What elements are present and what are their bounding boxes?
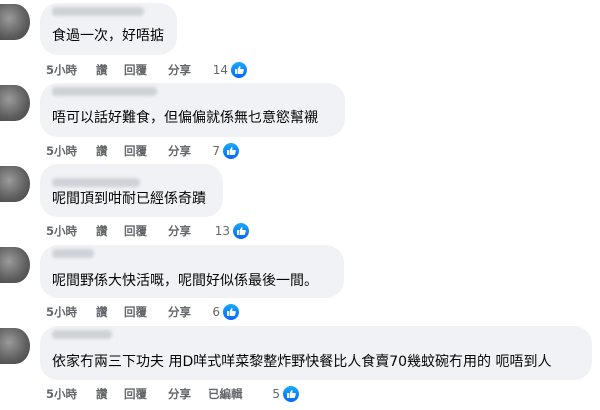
comment-bubble: 呢間野係大快活嘅，呢間好似係最後一間。 (40, 245, 344, 298)
timestamp[interactable]: 5小時 (46, 142, 77, 160)
author-name[interactable] (52, 178, 140, 187)
comment-text: 唔可以話好難食，但偏偏就係無乜意慾幫襯 (52, 110, 318, 126)
reply-button[interactable]: 回覆 (124, 222, 147, 240)
reaction-count-value: 6 (212, 305, 220, 319)
like-button[interactable]: 讚 (96, 385, 108, 403)
reply-button[interactable]: 回覆 (124, 61, 147, 79)
like-button[interactable]: 讚 (96, 222, 108, 240)
reaction-count-value: 7 (212, 144, 220, 158)
timestamp[interactable]: 5小時 (46, 303, 77, 321)
reaction-count[interactable]: 6 (206, 303, 240, 321)
reaction-count[interactable]: 5 (266, 385, 300, 403)
timestamp[interactable]: 5小時 (46, 385, 77, 403)
author-name[interactable] (52, 249, 94, 258)
author-name[interactable] (52, 330, 112, 339)
edited-label[interactable]: 已編輯 (208, 385, 243, 403)
reaction-count-value: 13 (214, 224, 230, 238)
comment-text: 呢間野係大快活嘅，呢間好似係最後一間。 (52, 273, 318, 289)
timestamp[interactable]: 5小時 (46, 222, 77, 240)
avatar[interactable] (0, 85, 30, 121)
reaction-count[interactable]: 14 (212, 61, 248, 79)
author-name[interactable] (52, 7, 144, 16)
thumbs-up-icon (222, 303, 240, 321)
reply-button[interactable]: 回覆 (124, 303, 147, 321)
avatar[interactable] (0, 166, 30, 202)
reaction-count[interactable]: 13 (212, 222, 250, 240)
comment-actions: 5小時 讚 回覆 分享 13 (46, 222, 266, 240)
reaction-count-value: 14 (212, 63, 228, 77)
avatar[interactable] (0, 4, 30, 40)
comment-bubble: 呢間頂到咁耐已經係奇蹟 (40, 164, 223, 217)
avatar[interactable] (0, 328, 30, 364)
share-button[interactable]: 分享 (168, 385, 191, 403)
like-button[interactable]: 讚 (96, 303, 108, 321)
thumbs-up-icon (230, 61, 248, 79)
comment-actions: 5小時 讚 回覆 分享 6 (46, 303, 266, 321)
share-button[interactable]: 分享 (168, 222, 191, 240)
comment-bubble: 依家冇兩三下功夫 用D咩式咩菜黎整炸野快餐比人食賣70幾蚊碗冇用的 呃唔到人 (40, 326, 592, 380)
comment-bubble: 食過一次，好唔掂 (40, 3, 177, 55)
thumbs-up-icon (282, 385, 300, 403)
reply-button[interactable]: 回覆 (124, 142, 147, 160)
thumbs-up-icon (222, 142, 240, 160)
avatar[interactable] (0, 247, 30, 283)
comment-actions: 5小時 讚 回覆 分享 14 (46, 61, 266, 79)
reply-button[interactable]: 回覆 (124, 385, 147, 403)
reaction-count[interactable]: 7 (206, 142, 240, 160)
comment-text: 呢間頂到咁耐已經係奇蹟 (52, 191, 206, 207)
comment-bubble: 唔可以話好難食，但偏偏就係無乜意慾幫襯 (40, 83, 345, 137)
share-button[interactable]: 分享 (168, 142, 191, 160)
like-button[interactable]: 讚 (96, 61, 108, 79)
like-button[interactable]: 讚 (96, 142, 108, 160)
share-button[interactable]: 分享 (168, 303, 191, 321)
comment-actions: 5小時 讚 回覆 分享 7 (46, 142, 266, 160)
share-button[interactable]: 分享 (168, 61, 191, 79)
timestamp[interactable]: 5小時 (46, 61, 77, 79)
author-name[interactable] (52, 87, 157, 96)
comment-text: 依家冇兩三下功夫 用D咩式咩菜黎整炸野快餐比人食賣70幾蚊碗冇用的 呃唔到人 (52, 354, 552, 370)
comment-text: 食過一次，好唔掂 (52, 28, 164, 44)
reaction-count-value: 5 (272, 387, 280, 401)
thumbs-up-icon (232, 222, 250, 240)
comment-actions: 5小時 讚 回覆 分享 已編輯 5 (46, 385, 346, 403)
